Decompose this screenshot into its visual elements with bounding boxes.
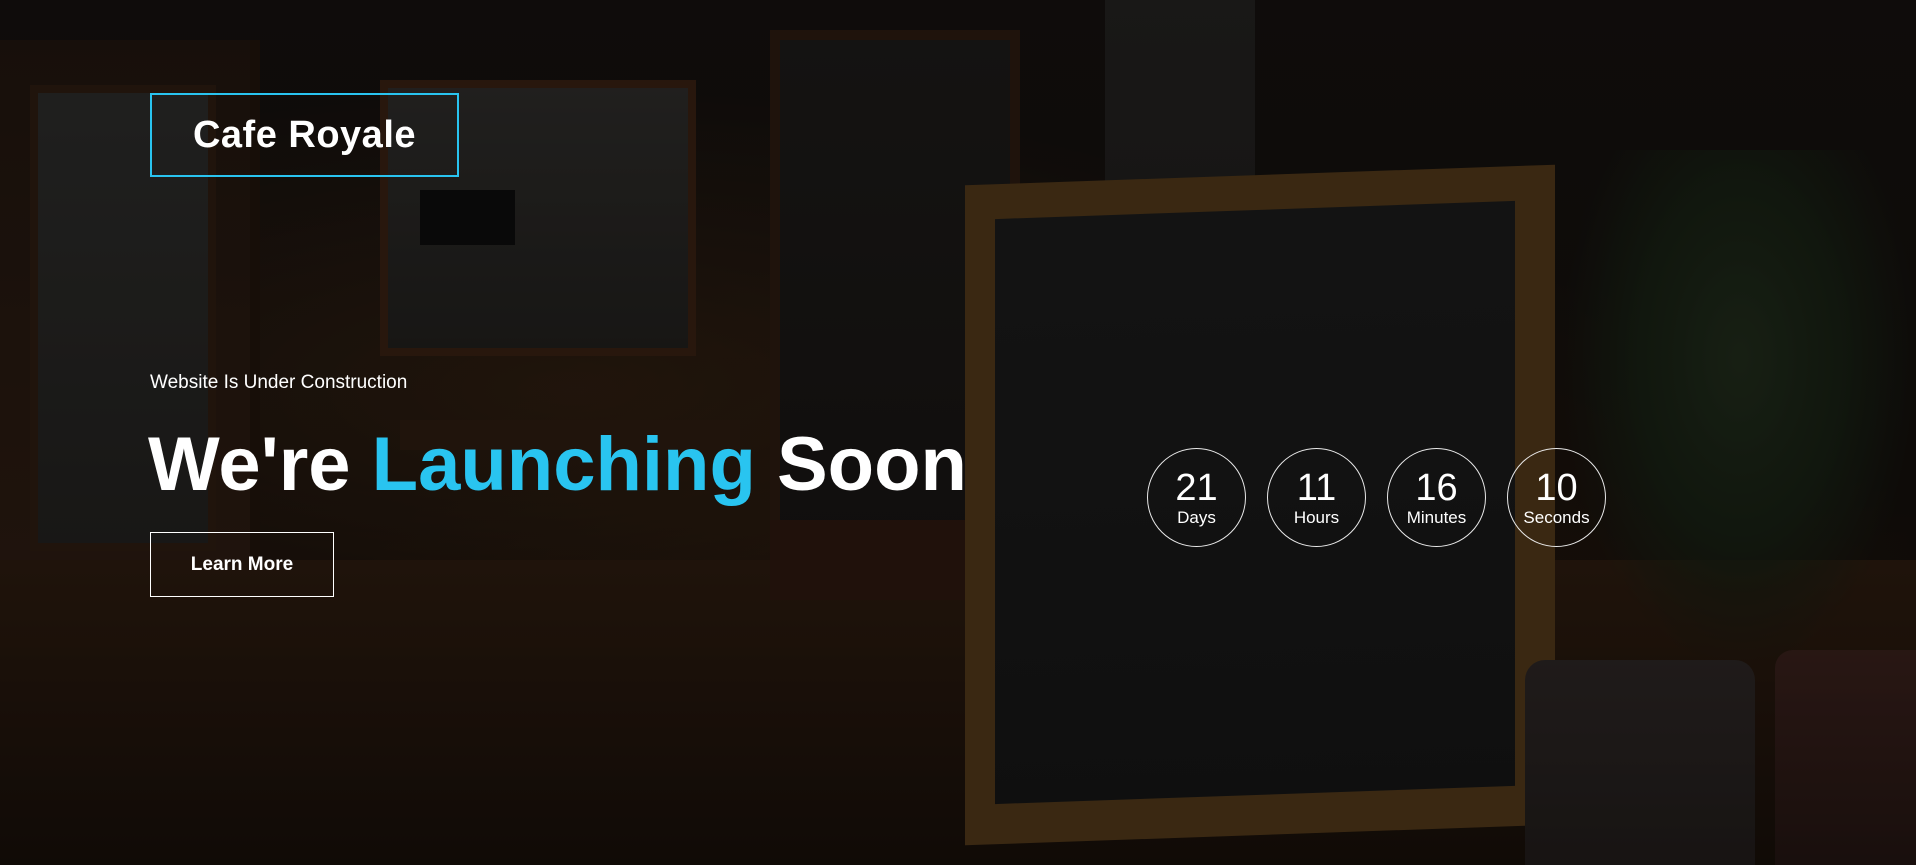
brand-title: Cafe Royale xyxy=(192,113,417,156)
countdown-value: 16 xyxy=(1415,466,1458,509)
countdown-label: Hours xyxy=(1293,507,1340,527)
countdown-hours: 11 Hours xyxy=(1267,448,1366,547)
countdown-seconds: 10 Seconds xyxy=(1507,448,1606,547)
hero-headline: We're Launching Soon xyxy=(148,420,967,510)
countdown-value: 11 xyxy=(1296,466,1337,509)
countdown-label: Minutes xyxy=(1406,507,1467,527)
countdown-days: 21 Days xyxy=(1147,448,1246,547)
hero-subtitle: Website Is Under Construction xyxy=(150,372,408,393)
headline-accent: Launching xyxy=(371,422,756,507)
countdown-value: 21 xyxy=(1175,466,1218,509)
hero-section: Cafe Royale Website Is Under Constructio… xyxy=(0,0,1916,865)
headline-text-end: Soon xyxy=(755,422,967,507)
headline-text-start: We're xyxy=(148,422,372,507)
countdown-label: Seconds xyxy=(1523,507,1590,527)
countdown-minutes: 16 Minutes xyxy=(1387,448,1486,547)
countdown-value: 10 xyxy=(1535,466,1578,509)
countdown-timer: 21 Days 11 Hours 16 Minutes 10 Seconds xyxy=(1147,448,1606,547)
countdown-label: Days xyxy=(1177,507,1216,527)
brand-logo[interactable]: Cafe Royale xyxy=(150,93,459,177)
learn-more-button[interactable]: Learn More xyxy=(150,532,334,597)
